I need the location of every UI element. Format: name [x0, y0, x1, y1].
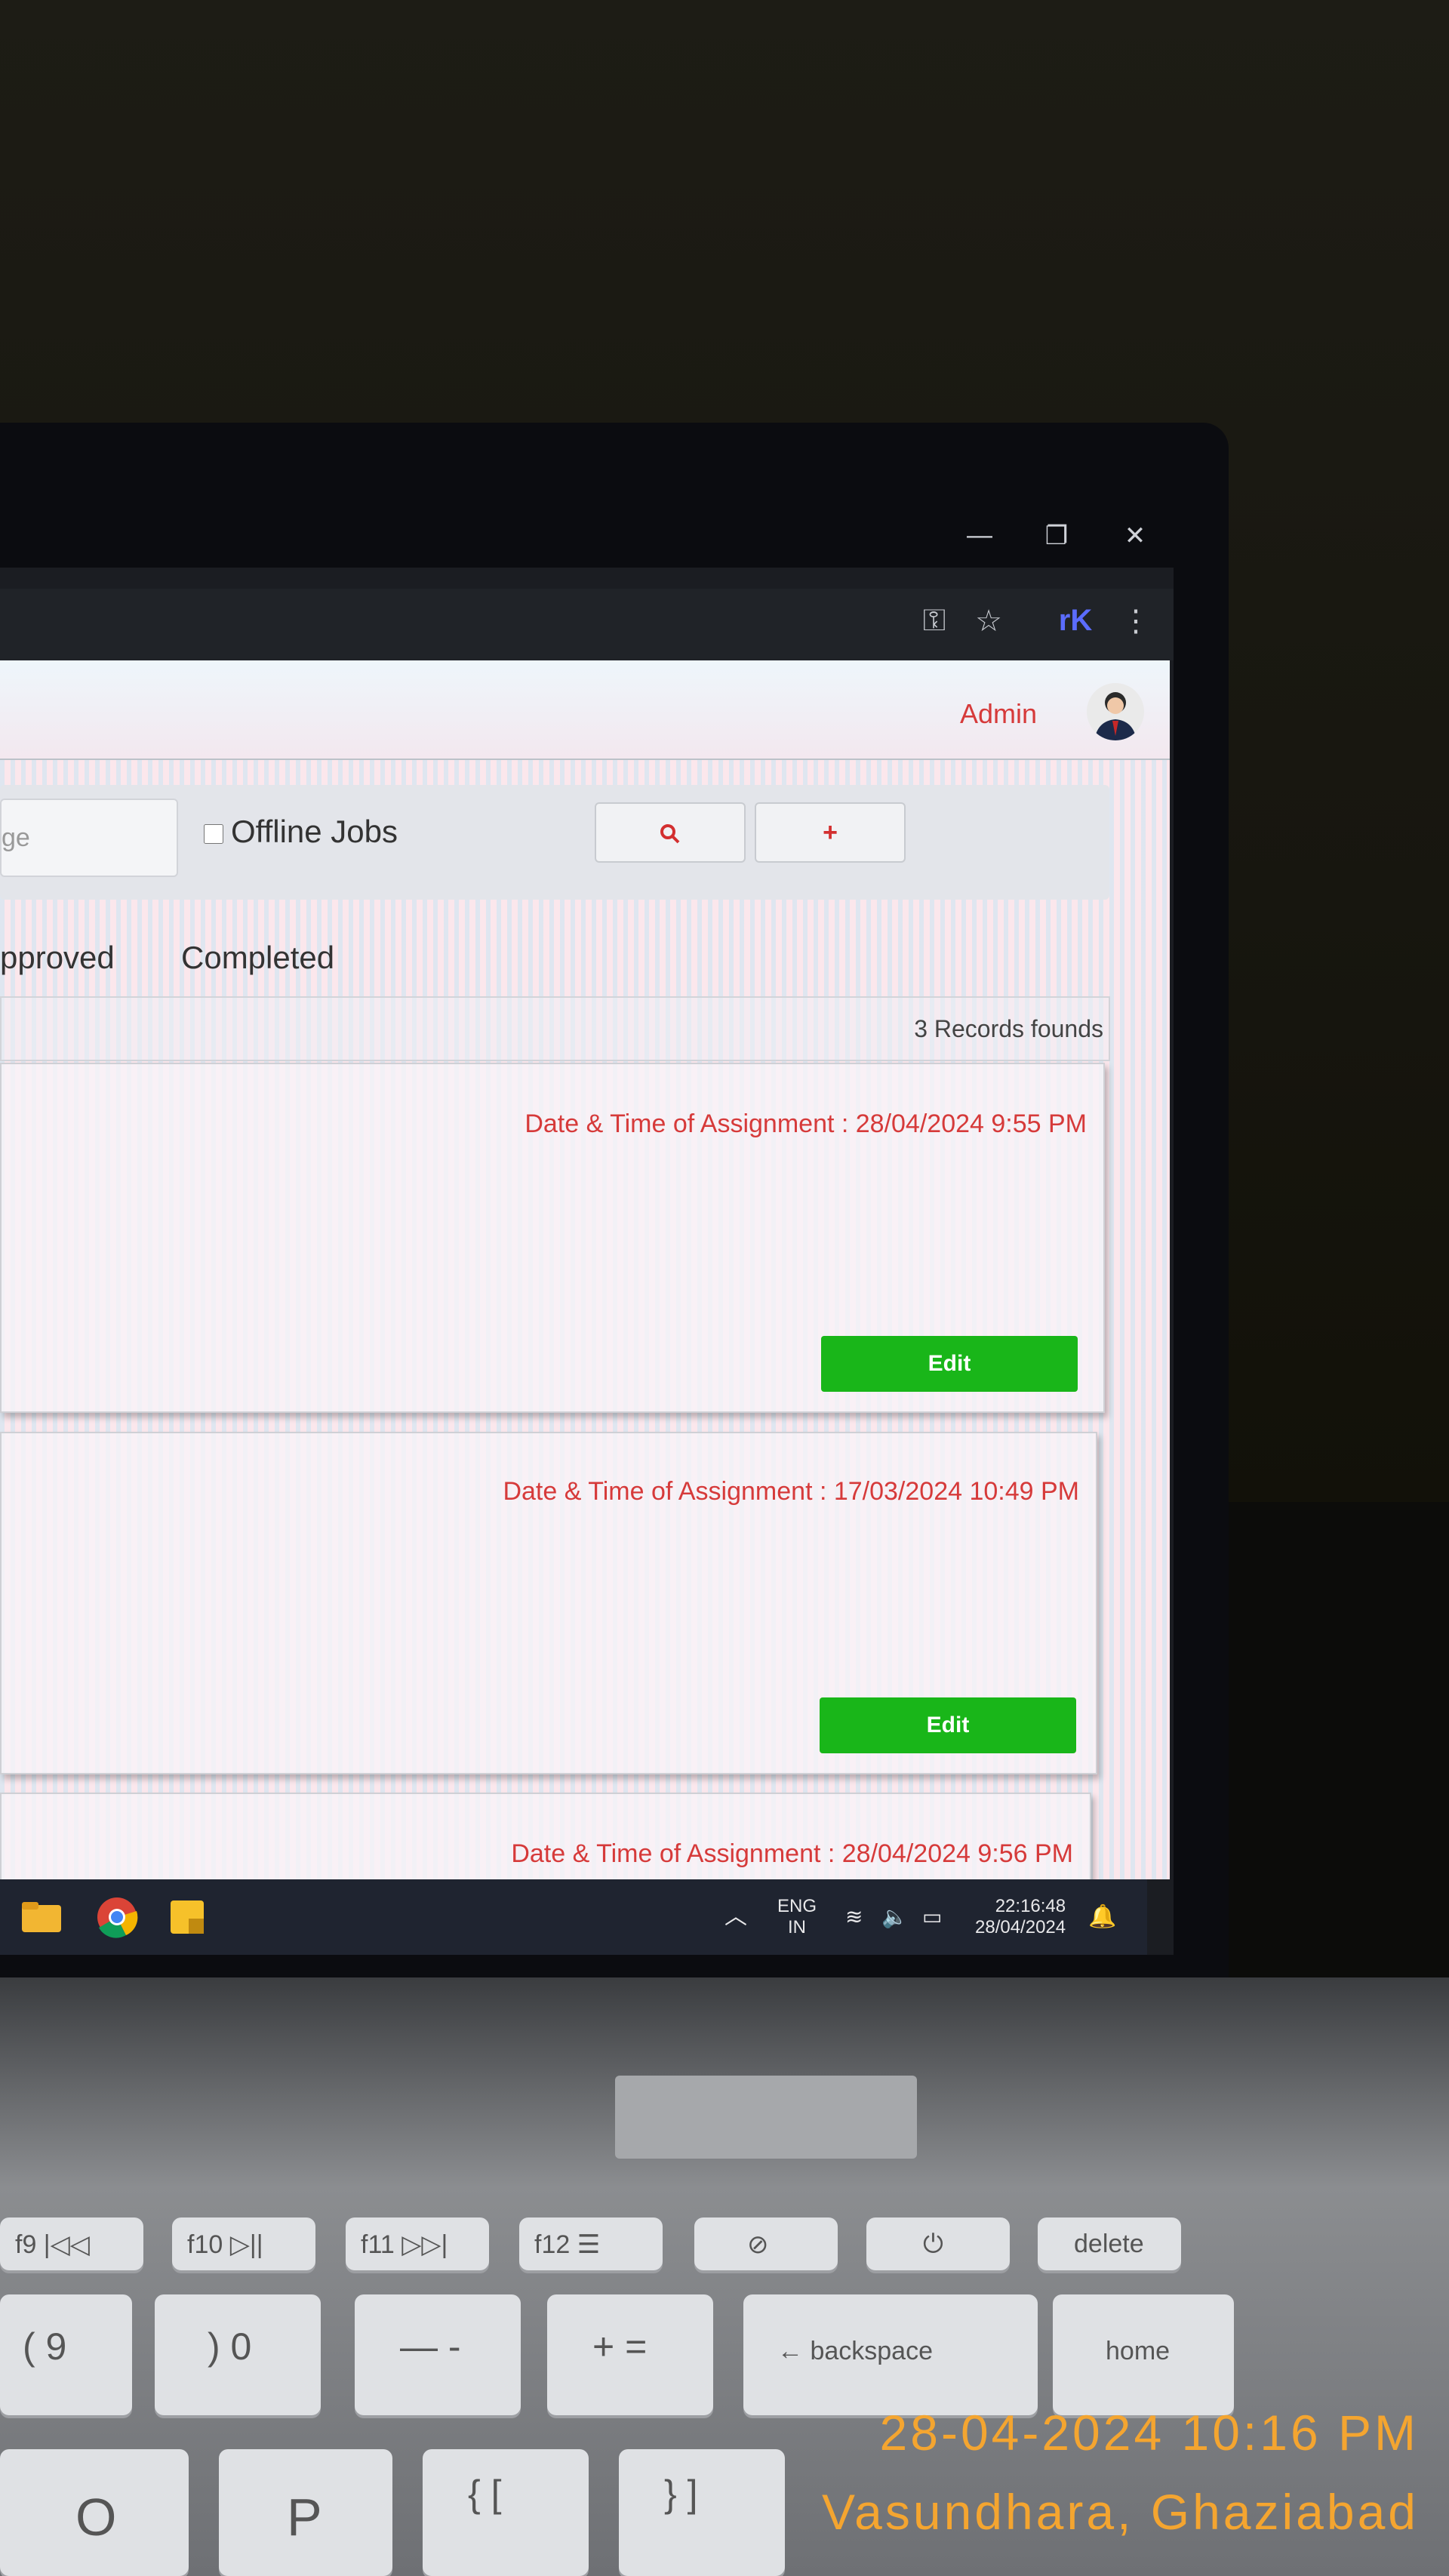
- key-9: ( 9: [0, 2294, 132, 2415]
- volume-icon[interactable]: 🔈: [881, 1879, 908, 1955]
- key-f9: f9 |◁◁: [0, 2217, 143, 2270]
- chevron-up-icon[interactable]: ︿: [724, 1879, 747, 1955]
- star-icon[interactable]: ☆: [966, 604, 1011, 639]
- tab-approved[interactable]: pproved: [0, 940, 115, 976]
- records-count: 3 Records founds: [914, 1015, 1103, 1042]
- photo-timestamp: 28-04-2024 10:16 PM: [879, 2405, 1419, 2461]
- sticky-notes-icon[interactable]: [166, 1879, 208, 1955]
- key-0: ) 0: [155, 2294, 321, 2415]
- search-icon: [660, 824, 680, 844]
- key-power: ⏻: [866, 2217, 1010, 2270]
- battery-icon[interactable]: ▭: [922, 1879, 942, 1955]
- job-card: Date & Time of Assignment : 28/04/2024 9…: [0, 1063, 1105, 1413]
- key-right-bracket: } ]: [619, 2449, 785, 2576]
- tab-completed[interactable]: Completed: [181, 940, 334, 976]
- admin-label[interactable]: Admin: [960, 698, 1037, 730]
- offline-jobs-checkbox[interactable]: Offline Jobs: [204, 814, 398, 850]
- offline-jobs-toggle[interactable]: [204, 823, 223, 844]
- user-avatar-icon: [1094, 692, 1137, 740]
- clock-date: 28/04/2024: [975, 1917, 1066, 1937]
- extension-icon[interactable]: rK: [1053, 604, 1098, 638]
- job-date: Date & Time of Assignment : 17/03/2024 1…: [503, 1477, 1079, 1506]
- job-card: Date & Time of Assignment : 17/03/2024 1…: [0, 1432, 1097, 1774]
- wifi-icon[interactable]: ≋: [845, 1879, 863, 1955]
- search-button[interactable]: [595, 802, 746, 863]
- key-left-bracket: { [: [423, 2449, 589, 2576]
- photo-location: Vasundhara, Ghaziabad: [822, 2484, 1419, 2540]
- language-indicator[interactable]: ENG IN: [777, 1896, 817, 1971]
- key-camera: ⊘: [694, 2217, 838, 2270]
- close-button[interactable]: ✕: [1112, 521, 1158, 551]
- offline-jobs-label: Offline Jobs: [231, 814, 398, 849]
- key-backspace: ← backspace: [743, 2294, 1038, 2415]
- key-f12: f12 ☰: [519, 2217, 663, 2270]
- key-o: O: [0, 2449, 189, 2576]
- edit-button[interactable]: Edit: [820, 1697, 1076, 1753]
- notification-icon[interactable]: 🔔: [1088, 1879, 1116, 1955]
- avatar[interactable]: [1087, 683, 1144, 740]
- key-minus: — -: [355, 2294, 521, 2415]
- language-line: ENG: [777, 1896, 817, 1916]
- folder-icon[interactable]: [19, 1879, 64, 1955]
- key-home: home: [1053, 2294, 1234, 2415]
- key-f10: f10 ▷||: [172, 2217, 315, 2270]
- key-icon[interactable]: ⚿: [912, 604, 957, 638]
- search-input[interactable]: ge: [0, 799, 178, 877]
- job-date: Date & Time of Assignment : 28/04/2024 9…: [511, 1839, 1073, 1868]
- key-p: P: [219, 2449, 392, 2576]
- language-region: IN: [788, 1917, 806, 1937]
- edit-button[interactable]: Edit: [821, 1336, 1078, 1392]
- key-equals: + =: [547, 2294, 713, 2415]
- chrome-icon[interactable]: [94, 1879, 140, 1955]
- restore-button[interactable]: ❐: [1034, 521, 1079, 551]
- taskbar: ︿ ENG IN ≋ 🔈 ▭ 22:16:48 28/04/2024 🔔: [0, 1879, 1147, 1955]
- job-date: Date & Time of Assignment : 28/04/2024 9…: [525, 1109, 1087, 1138]
- key-delete: delete: [1038, 2217, 1181, 2270]
- touchpad-top: [615, 2076, 917, 2159]
- clock[interactable]: 22:16:48 28/04/2024: [975, 1896, 1066, 1971]
- key-f11: f11 ▷▷|: [346, 2217, 489, 2270]
- minimize-button[interactable]: —: [957, 521, 1002, 550]
- add-job-button[interactable]: +: [755, 802, 906, 863]
- clock-time: 22:16:48: [995, 1896, 1066, 1916]
- job-card: Date & Time of Assignment : 28/04/2024 9…: [0, 1793, 1091, 1882]
- menu-icon[interactable]: ⋮: [1113, 604, 1158, 639]
